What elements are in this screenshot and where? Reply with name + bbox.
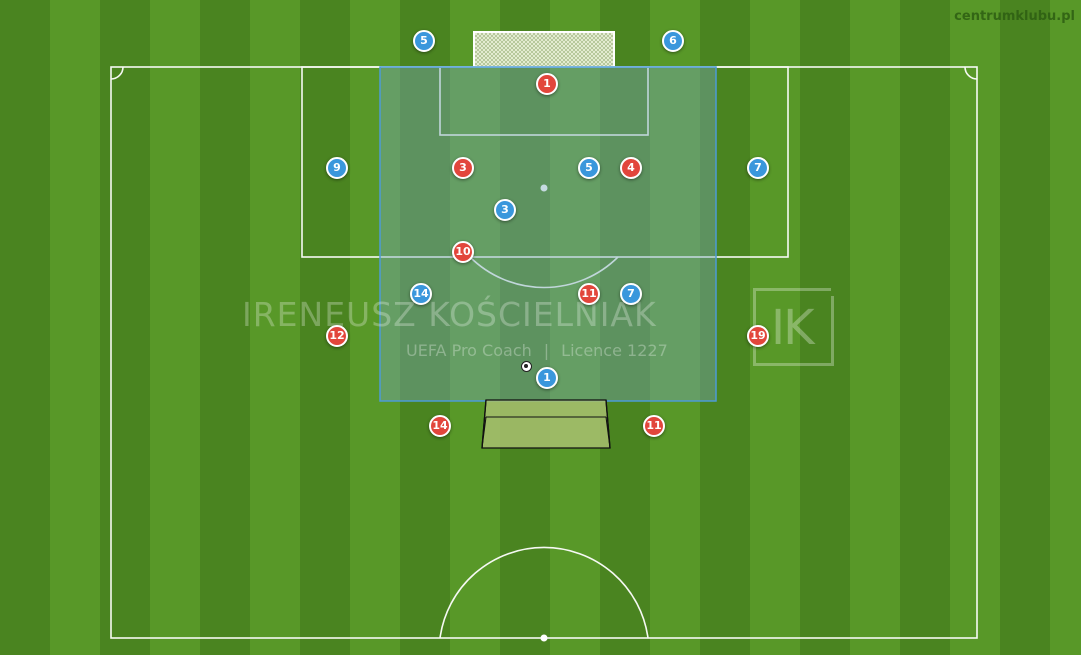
player-blue-6[interactable]: 6 [662,30,684,52]
player-red-12[interactable]: 12 [326,325,348,347]
main-goal [473,31,615,68]
player-red-11[interactable]: 11 [578,283,600,305]
logo-frame-edge [831,296,834,366]
player-blue-7[interactable]: 7 [747,157,769,179]
player-blue-5[interactable]: 5 [578,157,600,179]
logo-letters: IK [771,300,815,356]
player-red-1[interactable]: 1 [536,73,558,95]
player-blue-7[interactable]: 7 [620,283,642,305]
watermark-licence: Licence 1227 [561,341,668,360]
player-blue-14[interactable]: 14 [410,283,432,305]
player-blue-5[interactable]: 5 [413,30,435,52]
player-blue-3[interactable]: 3 [494,199,516,221]
player-red-3[interactable]: 3 [452,157,474,179]
watermark-coach-name: IRENEUSZ KOŚCIELNIAK [242,295,657,334]
player-red-11[interactable]: 11 [643,415,665,437]
player-red-14[interactable]: 14 [429,415,451,437]
tactics-board: centrumklubu.pl IRENEUSZ KOŚCIELNIAK UEF… [0,0,1081,655]
player-blue-1[interactable]: 1 [536,367,558,389]
center-spot [540,634,548,642]
watermark-credentials: UEFA Pro Coach | Licence 1227 [406,341,736,360]
player-blue-9[interactable]: 9 [326,157,348,179]
mini-goal [481,399,611,449]
ball-icon[interactable] [521,361,532,372]
player-red-10[interactable]: 10 [452,241,474,263]
watermark-separator: | [543,341,550,360]
player-red-19[interactable]: 19 [747,325,769,347]
watermark-role: UEFA Pro Coach [406,341,532,360]
site-label: centrumklubu.pl [954,9,1075,24]
player-red-4[interactable]: 4 [620,157,642,179]
